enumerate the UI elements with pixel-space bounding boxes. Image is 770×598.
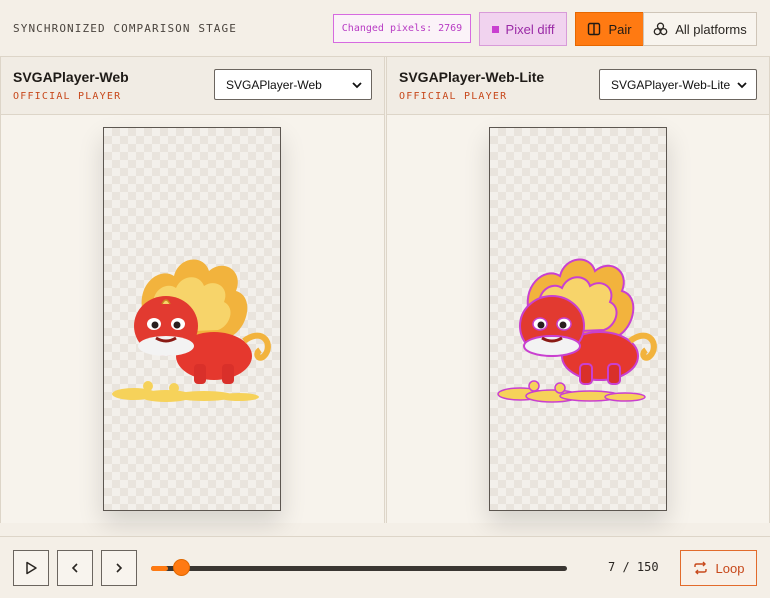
playback-bar: 7 / 150 Loop — [0, 536, 770, 598]
panel-title: SVGAPlayer-Web — [13, 69, 129, 85]
chevron-right-icon — [116, 563, 123, 573]
loop-button[interactable]: Loop — [680, 550, 757, 586]
player-select[interactable]: SVGAPlayer-Web — [214, 69, 372, 100]
play-button[interactable] — [13, 550, 49, 586]
toolbar: SYNCHRONIZED COMPARISON STAGE Changed pi… — [0, 0, 770, 57]
split-panel-icon — [588, 22, 601, 36]
frame-slider-fill — [151, 566, 168, 571]
loop-label: Loop — [715, 560, 745, 576]
player-select-value: SVGAPlayer-Web — [226, 77, 322, 92]
changed-pixels-badge: Changed pixels: 2769 — [333, 14, 471, 43]
panel-title: SVGAPlayer-Web-Lite — [399, 69, 545, 85]
player-panel-right: SVGAPlayer-Web-Lite OFFICIAL PLAYER SVGA… — [386, 57, 770, 523]
previous-frame-button[interactable] — [57, 550, 93, 586]
animation-viewport — [489, 127, 667, 511]
lion-sprite-diff-image — [497, 258, 657, 403]
chevron-left-icon — [71, 563, 78, 573]
play-icon — [26, 561, 37, 575]
panel-header: SVGAPlayer-Web-Lite OFFICIAL PLAYER SVGA… — [387, 57, 769, 115]
diff-square-icon — [491, 25, 499, 33]
all-platforms-button[interactable]: All platforms — [643, 12, 757, 46]
all-platforms-label: All platforms — [675, 21, 747, 37]
player-select[interactable]: SVGAPlayer-Web-Lite — [599, 69, 757, 100]
player-panel-left: SVGAPlayer-Web OFFICIAL PLAYER SVGAPlaye… — [0, 57, 385, 523]
player-select-value: SVGAPlayer-Web-Lite — [611, 77, 731, 92]
pixel-diff-button[interactable]: Pixel diff — [479, 12, 567, 46]
frame-slider-track[interactable] — [151, 566, 567, 571]
animation-viewport — [103, 127, 281, 511]
frame-counter: 7 / 150 — [608, 560, 659, 574]
panel-subtitle: OFFICIAL PLAYER — [399, 91, 508, 102]
frame-slider-thumb[interactable] — [173, 559, 191, 576]
three-circles-icon — [653, 22, 668, 36]
panel-subtitle: OFFICIAL PLAYER — [13, 91, 122, 102]
chevron-down-icon — [352, 82, 362, 89]
panel-header: SVGAPlayer-Web OFFICIAL PLAYER SVGAPlaye… — [1, 57, 384, 115]
lion-sprite-image — [112, 259, 271, 402]
chevron-down-icon — [737, 82, 747, 89]
stage-title: SYNCHRONIZED COMPARISON STAGE — [13, 22, 237, 35]
repeat-icon — [693, 561, 707, 575]
pair-label: Pair — [608, 21, 632, 37]
next-frame-button[interactable] — [101, 550, 137, 586]
pixel-diff-label: Pixel diff — [505, 21, 555, 37]
pair-button[interactable]: Pair — [575, 12, 644, 46]
